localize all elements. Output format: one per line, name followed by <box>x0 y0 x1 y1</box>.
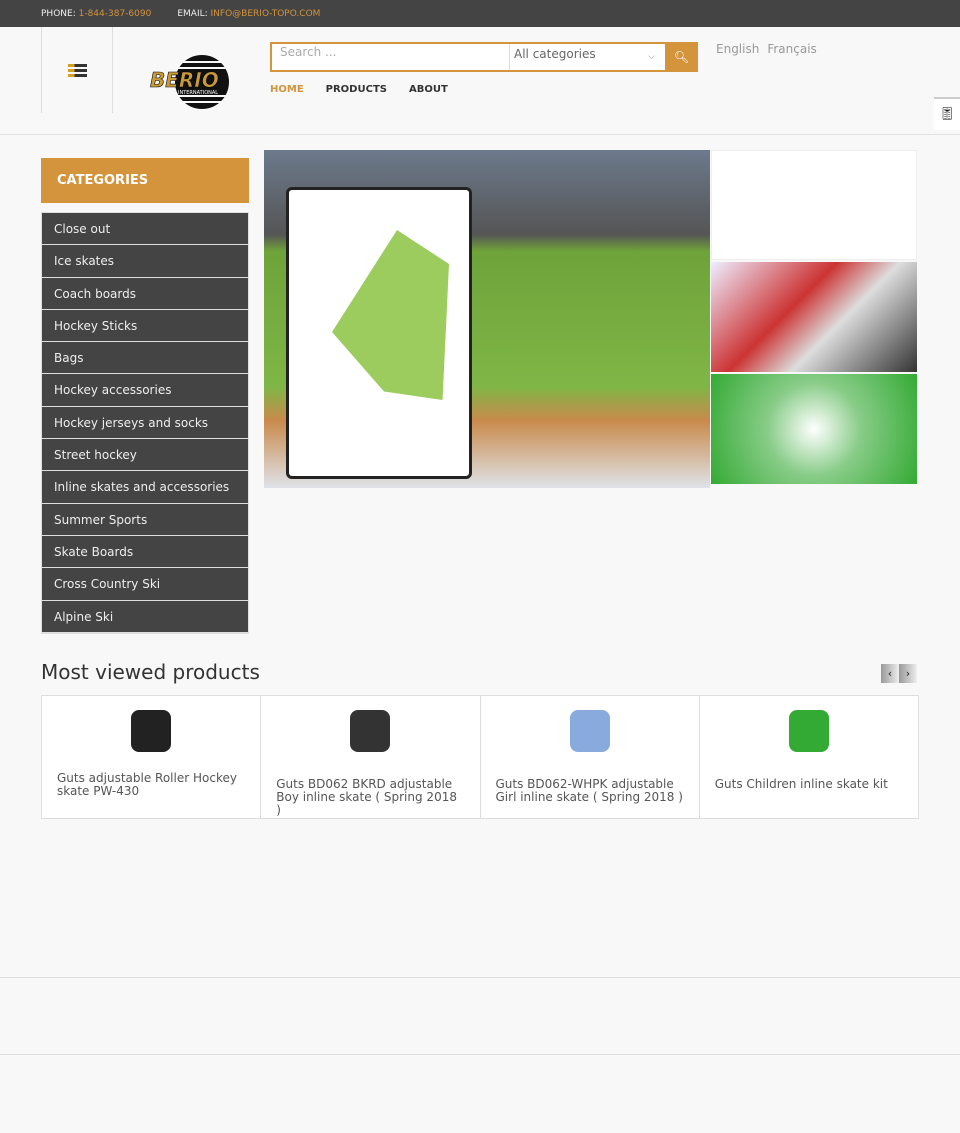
product-card[interactable]: Guts Children inline skate kit <box>700 696 918 818</box>
carousel-controls: ‹ › <box>881 664 917 683</box>
search-bar: Search ... All categories ⌵ 🔍︎ <box>270 42 698 72</box>
search-button[interactable]: 🔍︎ <box>665 42 698 72</box>
category-item[interactable]: Hockey accessories <box>42 374 248 407</box>
product-card[interactable]: Guts BD062-WHPK adjustable Girl inline s… <box>481 696 700 818</box>
promo-inline-skates[interactable] <box>711 374 917 484</box>
language-switcher: English Français <box>716 42 817 56</box>
nav-products[interactable]: PRODUCTS <box>326 84 387 95</box>
settings-sliders-icon[interactable]: 🎚︎ <box>934 97 960 130</box>
coach-board-image <box>286 187 472 479</box>
category-item[interactable]: Bags <box>42 342 248 375</box>
top-bar: PHONE: 1-844-387-6090 EMAIL: INFO@BERIO-… <box>0 0 960 27</box>
svg-text:INTERNATIONAL: INTERNATIONAL <box>178 90 218 96</box>
category-item[interactable]: Coach boards <box>42 277 248 310</box>
svg-text:BERIO: BERIO <box>150 68 219 92</box>
promo-hockey-net[interactable] <box>711 150 917 260</box>
category-item[interactable]: Alpine Ski <box>42 600 248 633</box>
search-icon: 🔍︎ <box>673 50 690 64</box>
category-item[interactable]: Hockey Sticks <box>42 309 248 343</box>
hero-slider[interactable] <box>264 150 710 488</box>
next-arrow-icon[interactable]: › <box>899 664 917 683</box>
promo-images <box>711 150 917 486</box>
menu-button[interactable] <box>41 27 113 113</box>
most-viewed-title: Most viewed products <box>41 660 260 684</box>
product-name[interactable]: Guts BD062 BKRD adjustable Boy inline sk… <box>276 778 464 817</box>
category-select[interactable]: All categories ⌵ <box>510 44 665 70</box>
categories-sidebar: CATEGORIES Close out Ice skates Coach bo… <box>41 158 249 634</box>
product-image[interactable] <box>788 710 829 752</box>
product-name[interactable]: Guts Children inline skate kit <box>715 778 903 791</box>
category-item[interactable]: Hockey jerseys and socks <box>42 406 248 440</box>
nav-about[interactable]: ABOUT <box>409 84 448 95</box>
product-name[interactable]: Guts BD062-WHPK adjustable Girl inline s… <box>496 778 684 804</box>
product-image[interactable] <box>569 710 610 752</box>
prev-arrow-icon[interactable]: ‹ <box>881 664 899 683</box>
product-card[interactable]: Guts adjustable Roller Hockey skate PW-4… <box>42 696 262 818</box>
footer-divider <box>0 977 960 978</box>
product-name[interactable]: Guts adjustable Roller Hockey skate PW-4… <box>57 772 245 798</box>
product-carousel: Guts adjustable Roller Hockey skate PW-4… <box>41 695 919 819</box>
lang-english[interactable]: English <box>716 42 759 56</box>
product-image[interactable] <box>131 710 172 752</box>
chevron-down-icon: ⌵ <box>648 52 655 62</box>
categories-title: CATEGORIES <box>41 158 249 203</box>
promo-coach-boards[interactable] <box>711 262 917 372</box>
email-link[interactable]: INFO@BERIO-TOPO.COM <box>211 9 321 19</box>
category-item[interactable]: Inline skates and accessories <box>42 471 248 504</box>
main-nav: HOME PRODUCTS ABOUT <box>270 84 448 95</box>
category-item[interactable]: Ice skates <box>42 245 248 278</box>
nav-home[interactable]: HOME <box>270 84 304 95</box>
category-item[interactable]: Skate Boards <box>42 535 248 569</box>
logo[interactable]: BERIO INTERNATIONAL <box>148 54 236 110</box>
footer-divider <box>0 1054 960 1055</box>
category-item[interactable]: Summer Sports <box>42 503 248 536</box>
lang-francais[interactable]: Français <box>767 42 816 56</box>
product-card[interactable]: Guts BD062 BKRD adjustable Boy inline sk… <box>261 696 481 818</box>
phone-link[interactable]: 1-844-387-6090 <box>79 9 152 19</box>
category-item[interactable]: Street hockey <box>42 439 248 472</box>
email-info: EMAIL: INFO@BERIO-TOPO.COM <box>177 8 321 19</box>
hamburger-icon <box>67 62 87 79</box>
phone-info: PHONE: 1-844-387-6090 <box>41 8 152 19</box>
search-input[interactable]: Search ... <box>272 44 510 70</box>
category-item[interactable]: Close out <box>42 213 248 246</box>
product-image[interactable] <box>350 710 391 752</box>
header: BERIO INTERNATIONAL Search ... All categ… <box>0 27 960 135</box>
category-item[interactable]: Cross Country Ski <box>42 568 248 601</box>
